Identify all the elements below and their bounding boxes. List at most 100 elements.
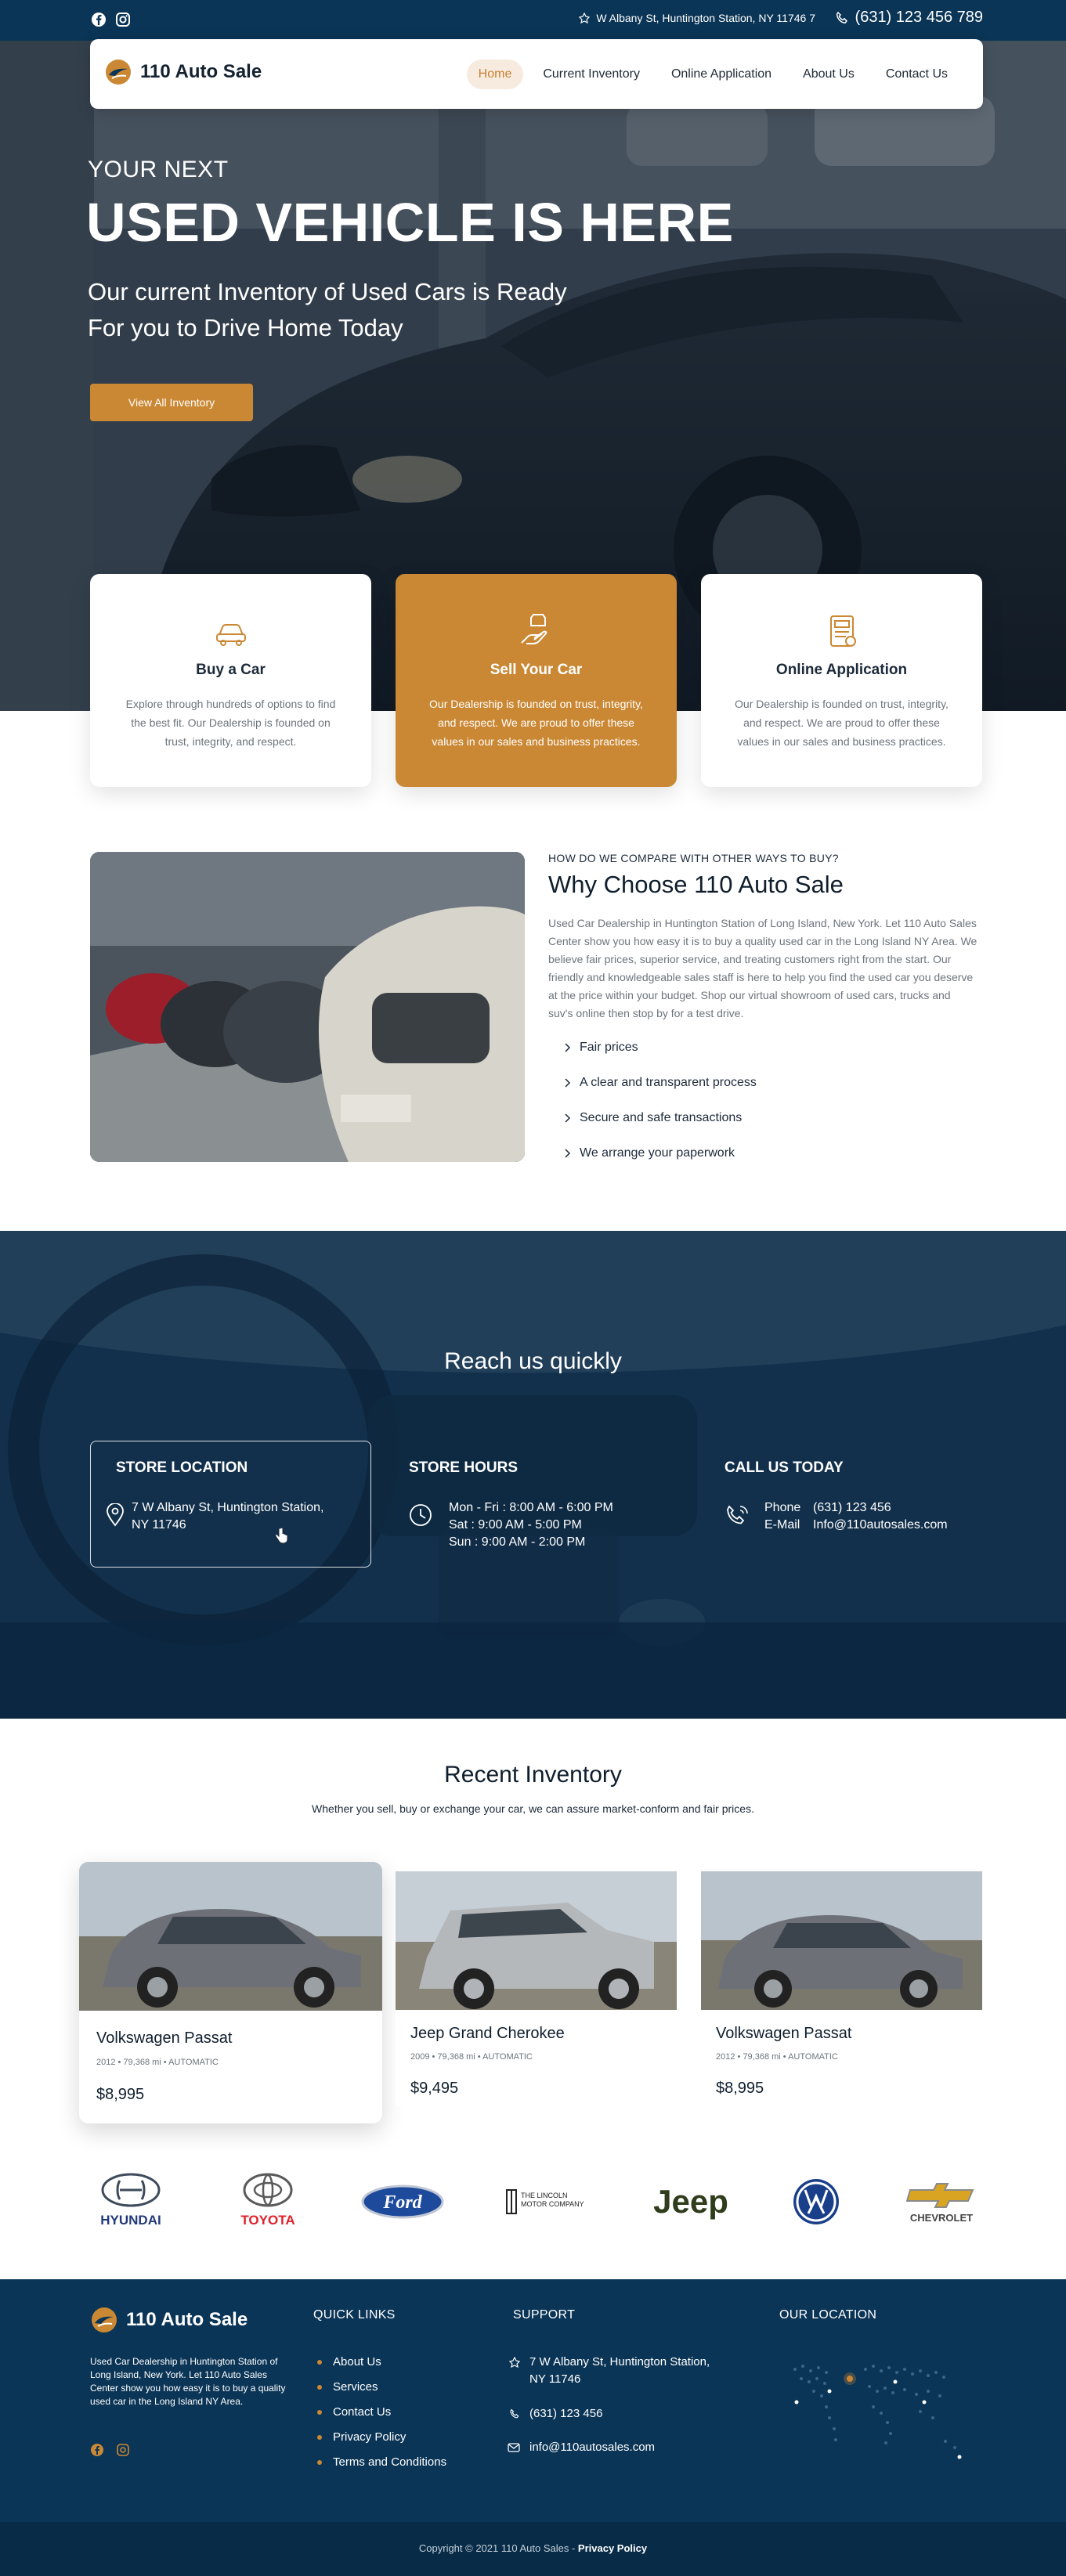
why-point-text: A clear and transparent process: [580, 1076, 757, 1089]
facebook-icon[interactable]: [90, 11, 107, 28]
nav-contact-us[interactable]: Contact Us: [874, 60, 959, 89]
inventory-card[interactable]: Volkswagen Passat 2012 • 79,368 mi • AUT…: [79, 1862, 382, 2123]
car-photo: [701, 1871, 982, 2010]
email-label: E-Mail: [764, 1518, 800, 1532]
footer-link[interactable]: Terms and Conditions: [317, 2455, 446, 2469]
footer-link-text: Privacy Policy: [333, 2430, 407, 2444]
brand-logo-chevrolet[interactable]: CHEVROLET: [901, 2173, 982, 2231]
store-address[interactable]: 7 W Albany St, Huntington Station, NY 11…: [132, 1499, 323, 1534]
showroom-cars-image: [90, 852, 525, 1162]
footer-link[interactable]: Contact Us: [317, 2405, 391, 2419]
support-address[interactable]: 7 W Albany St, Huntington Station, NY 11…: [529, 2354, 710, 2388]
nav-about-us[interactable]: About Us: [791, 60, 866, 89]
nav-current-inventory[interactable]: Current Inventory: [531, 60, 652, 89]
pin-icon: [509, 2357, 520, 2368]
hero-title: USED VEHICLE IS HERE: [86, 192, 734, 253]
footer-link[interactable]: Services: [317, 2380, 378, 2394]
brand-logo-lincoln[interactable]: THE LINCOLN MOTOR COMPANY: [505, 2173, 595, 2231]
chevron-right-icon: [565, 1149, 571, 1158]
feature-card-sell[interactable]: Sell Your Car Our Dealership is founded …: [396, 574, 677, 787]
car-name: Jeep Grand Cherokee: [410, 2025, 565, 2042]
footer-logo[interactable]: 110 Auto Sale: [90, 2306, 248, 2334]
hand-car-icon: [521, 614, 547, 644]
why-point-text: Secure and safe transactions: [580, 1111, 743, 1124]
footer-logo-text: 110 Auto Sale: [126, 2309, 248, 2330]
car-meta: 2012 • 79,368 mi • AUTOMATIC: [716, 2052, 838, 2062]
why-kicker: HOW DO WE COMPARE WITH OTHER WAYS TO BUY…: [548, 852, 839, 864]
copyright-text: Copyright © 2021 110 Auto Sales -: [418, 2542, 576, 2554]
topbar-phone[interactable]: (631) 123 456 789: [835, 9, 983, 27]
map-pin-icon: [107, 1503, 124, 1527]
footer-link[interactable]: Privacy Policy: [317, 2430, 406, 2444]
why-point: Fair prices: [564, 1041, 638, 1055]
feature-card-application[interactable]: Online Application Our Dealership is fou…: [701, 574, 982, 787]
hero-pretitle: YOUR NEXT: [88, 157, 229, 182]
support-address-line1: 7 W Albany St, Huntington Station,: [529, 2355, 710, 2369]
store-hours-heading: STORE HOURS: [409, 1459, 519, 1476]
support-phone[interactable]: (631) 123 456: [529, 2407, 602, 2420]
call-phone[interactable]: (631) 123 456: [813, 1501, 891, 1514]
main-navbar: 110 Auto Sale Home Current Inventory Onl…: [90, 39, 983, 109]
hours-line: Mon - Fri : 8:00 AM - 6:00 PM: [449, 1501, 613, 1514]
chevron-right-icon: [565, 1113, 571, 1123]
brand-logo-ford[interactable]: Ford: [360, 2173, 445, 2231]
call-email[interactable]: Info@110autosales.com: [813, 1518, 948, 1532]
pin-icon: [579, 13, 591, 23]
call-info: Phone (631) 123 456 E-Mail Info@110autosal…: [764, 1499, 948, 1534]
footer-link-text: Services: [333, 2380, 378, 2394]
brand-logo-toyota[interactable]: TOYOTA: [233, 2173, 303, 2231]
car-price: $9,495: [410, 2080, 459, 2097]
chevron-right-icon: [565, 1078, 571, 1088]
car-price: $8,995: [716, 2080, 764, 2097]
copyright: Copyright © 2021 110 Auto Sales - Privac…: [0, 2542, 1066, 2554]
feature-title: Online Application: [775, 662, 908, 678]
inventory-card[interactable]: Volkswagen Passat 2012 • 79,368 mi • AUT…: [701, 1871, 982, 2106]
why-point: A clear and transparent process: [564, 1076, 757, 1090]
store-location-heading: STORE LOCATION: [116, 1459, 248, 1476]
view-all-inventory-button[interactable]: View All Inventory: [90, 384, 253, 421]
reach-title: Reach us quickly: [444, 1348, 622, 1374]
brand-text: THE LINCOLN MOTOR COMPANY: [521, 2192, 584, 2208]
hours-line: Sat : 9:00 AM - 5:00 PM: [449, 1518, 582, 1532]
top-bar: W Albany St, Huntington Station, NY 1174…: [0, 0, 1066, 41]
mail-icon: [508, 2443, 520, 2452]
footer-link[interactable]: About Us: [317, 2355, 381, 2369]
footer-instagram-icon[interactable]: [116, 2443, 130, 2457]
feature-card-buy[interactable]: Buy a Car Explore through hundreds of op…: [90, 574, 371, 787]
feature-title: Sell Your Car: [490, 662, 583, 678]
inventory-subtitle: Whether you sell, buy or exchange your c…: [312, 1802, 754, 1815]
why-point-text: We arrange your paperwork: [580, 1146, 735, 1160]
instagram-icon[interactable]: [114, 11, 132, 28]
car-photo: [396, 1871, 677, 2010]
footer-facebook-icon[interactable]: [90, 2443, 104, 2457]
car-meta: 2012 • 79,368 mi • AUTOMATIC: [96, 2058, 219, 2067]
brand-logo-hyundai[interactable]: HYUNDAI: [90, 2173, 172, 2231]
brand-text: Ford: [382, 2192, 422, 2213]
feature-text: Explore through hundreds of options to f…: [125, 698, 336, 748]
car-photo: [79, 1862, 382, 2011]
store-hours: Mon - Fri : 8:00 AM - 6:00 PM Sat : 9:00…: [449, 1499, 613, 1551]
clock-icon: [410, 1504, 432, 1526]
phone-icon: [836, 11, 847, 23]
privacy-policy-link[interactable]: Privacy Policy: [578, 2542, 647, 2554]
inventory-card[interactable]: Jeep Grand Cherokee 2009 • 79,368 mi • A…: [396, 1871, 677, 2106]
nav-online-application[interactable]: Online Application: [659, 60, 783, 89]
logo[interactable]: 110 Auto Sale: [104, 58, 262, 86]
brand-logo-volkswagen[interactable]: VW: [791, 2173, 841, 2231]
car-icon: [216, 624, 246, 646]
nav-home[interactable]: Home: [466, 60, 524, 89]
hand-cursor-icon: [275, 1527, 288, 1544]
brand-text: CHEVROLET: [910, 2212, 973, 2224]
chevron-right-icon: [565, 1043, 571, 1052]
why-point: Secure and safe transactions: [564, 1111, 742, 1125]
world-map[interactable]: [779, 2355, 983, 2480]
topbar-address[interactable]: W Albany St, Huntington Station, NY 1174…: [579, 12, 815, 24]
logo-icon: [92, 2307, 117, 2332]
support-email[interactable]: info@110autosales.com: [529, 2441, 655, 2454]
footer-link-text: Contact Us: [333, 2405, 392, 2419]
feature-text: Our Dealership is founded on trust, inte…: [429, 698, 643, 748]
store-address-line2: NY 11746: [132, 1518, 186, 1532]
nav-links: Home Current Inventory Online Applicatio…: [466, 60, 959, 89]
brand-logo-jeep[interactable]: Jeep: [650, 2173, 732, 2231]
topbar-phone-text: (631) 123 456 789: [855, 9, 983, 26]
